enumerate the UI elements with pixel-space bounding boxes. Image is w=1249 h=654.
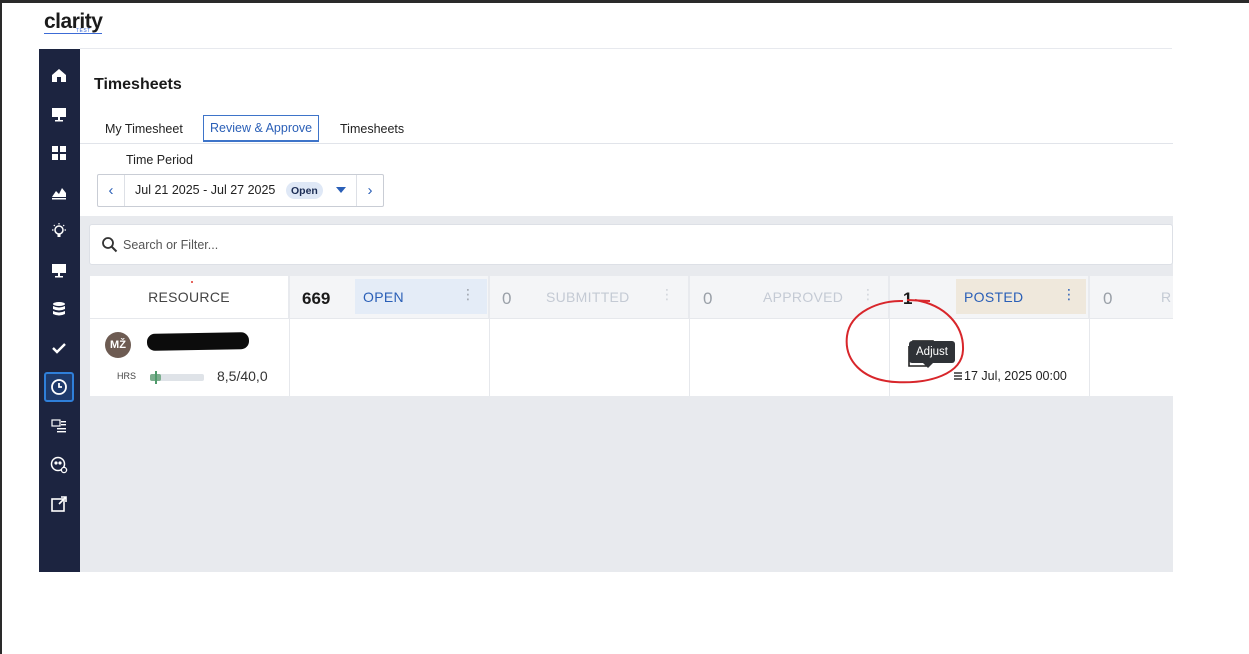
indicator-dot xyxy=(191,281,193,283)
desktop-icon[interactable] xyxy=(44,255,74,285)
tabs-divider xyxy=(80,143,1173,144)
tooltip-arrow xyxy=(923,363,933,368)
database-icon[interactable] xyxy=(44,294,74,324)
submitted-cell xyxy=(490,318,690,396)
checkmark-icon[interactable] xyxy=(44,333,74,363)
tab-my-timesheet[interactable]: My Timesheet xyxy=(99,115,189,142)
timesheet-board: RESOURCE 669 OPEN ⋮ 0 SUBMITTED ⋮ 0 APPR… xyxy=(90,276,1173,396)
approved-column-header[interactable]: 0 APPROVED ⋮ xyxy=(690,276,888,318)
team-settings-icon[interactable] xyxy=(44,450,74,480)
submitted-status-label[interactable]: SUBMITTED xyxy=(538,279,678,314)
search-input[interactable]: Search or Filter... xyxy=(123,238,218,252)
submitted-column-header[interactable]: 0 SUBMITTED ⋮ xyxy=(490,276,688,318)
posted-column-header[interactable]: 1 POSTED ⋮ xyxy=(890,276,1088,318)
posted-count: 1 xyxy=(903,289,913,308)
search-filter-bar[interactable]: Search or Filter... xyxy=(89,224,1173,265)
redacted-name xyxy=(146,332,250,351)
main-content: Timesheets My Timesheet Review & Approve… xyxy=(80,49,1173,572)
home-icon[interactable] xyxy=(44,60,74,90)
open-more-icon[interactable]: ⋮ xyxy=(461,287,475,301)
posted-more-icon[interactable]: ⋮ xyxy=(1062,287,1076,301)
menu-lines-icon[interactable] xyxy=(953,371,963,381)
approved-more-icon[interactable]: ⋮ xyxy=(861,287,875,301)
rejected-status-label[interactable]: R xyxy=(1155,279,1173,314)
time-period-label: Time Period xyxy=(126,153,193,167)
tab-review-approve[interactable]: Review & Approve xyxy=(203,115,320,142)
posted-date: 17 Jul, 2025 00:00 xyxy=(964,369,1067,383)
area-chart-icon[interactable] xyxy=(44,177,74,207)
page-title: Timesheets xyxy=(94,76,182,93)
monitor-icon[interactable] xyxy=(44,99,74,129)
approved-cell xyxy=(690,318,890,396)
hours-value: 8,5/40,0 xyxy=(217,368,268,384)
time-period-selector[interactable]: ‹ Jul 21 2025 - Jul 27 2025 Open › xyxy=(97,174,384,207)
approved-count: 0 xyxy=(703,289,713,308)
search-icon xyxy=(102,237,118,253)
resource-column-header: RESOURCE xyxy=(90,276,288,318)
submitted-count: 0 xyxy=(502,289,512,308)
caret-down-icon[interactable] xyxy=(336,187,346,193)
hrs-label: HRS xyxy=(117,371,137,381)
grid-icon[interactable] xyxy=(44,138,74,168)
open-count: 669 xyxy=(302,289,331,308)
period-status-badge: Open xyxy=(286,182,323,199)
hours-marker xyxy=(155,371,157,384)
tab-timesheets[interactable]: Timesheets xyxy=(334,115,410,142)
previous-period-button[interactable]: ‹ xyxy=(98,175,125,206)
open-column-header[interactable]: 669 OPEN ⋮ xyxy=(290,276,488,318)
rejected-column-header[interactable]: 0 R xyxy=(1090,276,1173,318)
logo-underline xyxy=(44,33,102,34)
hours-progress-bar xyxy=(150,371,204,384)
sidebar-nav xyxy=(39,49,80,572)
resource-cell[interactable]: MŽ HRS 8,5/40,0 xyxy=(90,318,290,396)
next-period-button[interactable]: › xyxy=(356,175,383,206)
rejected-cell xyxy=(1090,318,1173,396)
external-link-icon[interactable] xyxy=(44,489,74,519)
submitted-more-icon[interactable]: ⋮ xyxy=(660,287,674,301)
rejected-count: 0 xyxy=(1103,289,1113,308)
resource-header-label: RESOURCE xyxy=(148,289,230,305)
list-settings-icon[interactable] xyxy=(44,411,74,441)
page-header-area: Timesheets My Timesheet Review & Approve… xyxy=(80,49,1173,216)
open-cell xyxy=(290,318,490,396)
lightbulb-icon[interactable] xyxy=(44,216,74,246)
adjust-tooltip: Adjust xyxy=(909,341,955,363)
clock-icon[interactable] xyxy=(44,372,74,402)
avatar[interactable]: MŽ xyxy=(105,332,131,358)
clarity-logo[interactable]: clarity xyxy=(44,10,103,34)
time-period-value[interactable]: Jul 21 2025 - Jul 27 2025 xyxy=(135,183,275,197)
